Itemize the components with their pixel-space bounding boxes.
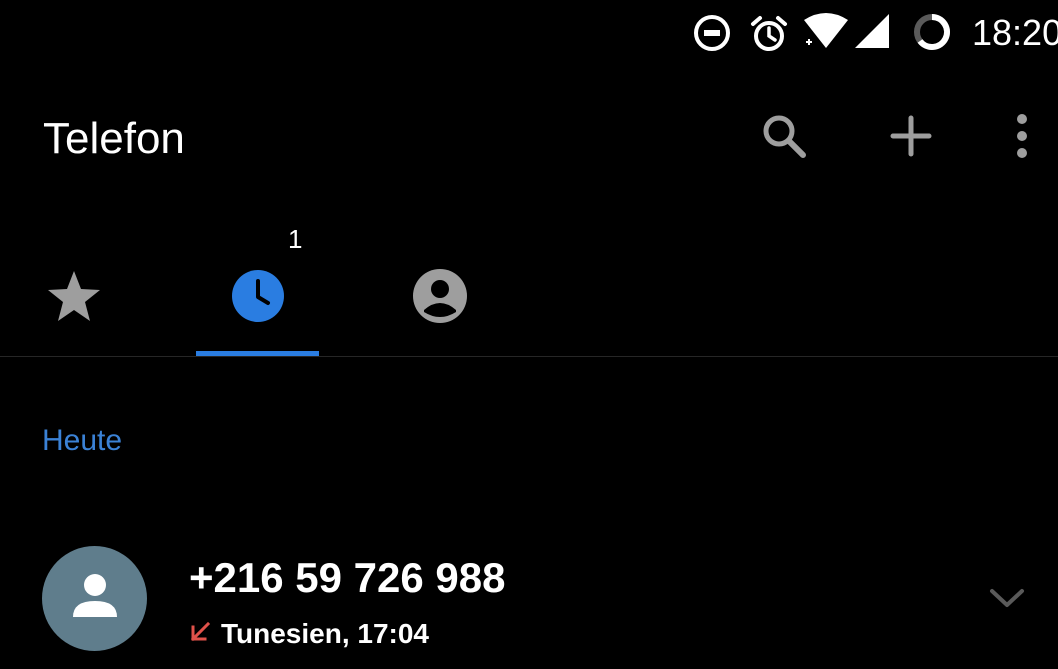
battery-icon — [912, 12, 952, 57]
caller-number: +216 59 726 988 — [189, 554, 506, 601]
alarm-icon — [749, 14, 789, 59]
star-icon — [46, 269, 102, 328]
search-button[interactable] — [754, 108, 814, 168]
search-icon — [759, 111, 809, 166]
call-log-item[interactable]: +216 59 726 988 Tunesien, 17:04 — [0, 530, 1058, 669]
section-header-today: Heute — [42, 424, 123, 457]
wifi-icon — [802, 12, 850, 55]
do-not-disturb-icon — [693, 14, 731, 57]
phone-app-screen: 18:20 Telefon 1 Heute +216 59 726 988 Tu… — [0, 0, 1058, 669]
tab-recents[interactable] — [196, 240, 320, 356]
avatar[interactable] — [42, 546, 147, 651]
call-detail: Tunesien, 17:04 — [221, 618, 430, 649]
page-title: Telefon — [43, 114, 185, 163]
call-meta: Tunesien, 17:04 — [189, 618, 429, 650]
cell-signal-icon — [853, 14, 891, 55]
chevron-down-icon — [989, 587, 1025, 614]
add-icon — [890, 115, 932, 162]
tab-contacts[interactable] — [378, 240, 502, 356]
account-circle-icon — [412, 268, 468, 329]
expand-button[interactable] — [982, 580, 1032, 620]
person-icon — [70, 573, 120, 624]
add-contact-button[interactable] — [881, 108, 941, 168]
status-time: 18:20 — [972, 12, 1058, 53]
tab-favorites[interactable] — [12, 240, 136, 356]
clock-icon — [230, 268, 286, 329]
missed-call-icon — [189, 621, 211, 648]
status-bar: 18:20 — [0, 0, 1058, 66]
more-vert-icon — [1015, 113, 1029, 164]
tab-divider — [0, 356, 1058, 357]
recents-badge: 1 — [288, 224, 303, 254]
more-options-button[interactable] — [992, 108, 1052, 168]
